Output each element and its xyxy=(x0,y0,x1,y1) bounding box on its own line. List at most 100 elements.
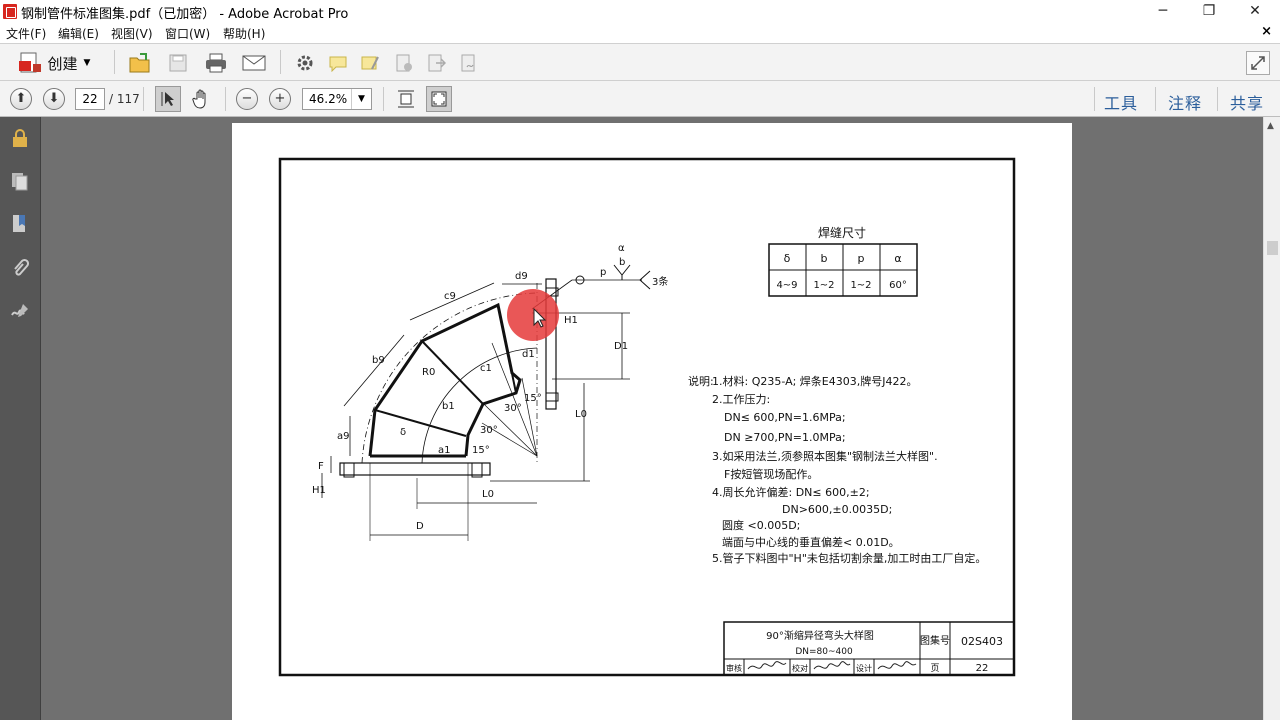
highlight-button[interactable] xyxy=(358,51,382,75)
label-D: D xyxy=(416,521,424,532)
engineering-drawing: 焊缝尺寸 δ b p α 4~9 1~2 1~2 60° c9 d9 b9 a9… xyxy=(278,157,1016,677)
label-L0-horizontal: L0 xyxy=(482,489,494,500)
label-three: 3条 xyxy=(652,275,668,288)
label-c9: c9 xyxy=(444,291,456,302)
paperclip-icon xyxy=(14,258,29,276)
zoom-level-input[interactable]: 46.2% ▼ xyxy=(302,88,372,110)
save-button[interactable] xyxy=(166,51,190,75)
weld-table: δ b p α 4~9 1~2 1~2 60° xyxy=(768,243,918,297)
create-pdf-icon xyxy=(18,52,41,73)
print-button[interactable] xyxy=(203,51,229,75)
speech-bubble-icon xyxy=(329,56,347,72)
save-icon xyxy=(169,54,187,72)
secure-button[interactable] xyxy=(392,51,416,75)
menu-edit[interactable]: 编辑(E) xyxy=(58,25,99,42)
design-label: 设计 xyxy=(856,663,872,673)
label-b1: b1 xyxy=(442,401,455,412)
note-1: 1.材料: Q235-A; 焊条E4303,牌号J422。 xyxy=(712,374,918,388)
drawing-range: DN=80~400 xyxy=(795,647,853,657)
bookmark-icon xyxy=(13,215,25,232)
page-number-input[interactable]: 22 xyxy=(75,88,105,110)
menu-view[interactable]: 视图(V) xyxy=(111,25,153,42)
scroll-up-icon[interactable]: ▲ xyxy=(1267,121,1274,131)
label-b-symbol: b xyxy=(619,257,625,268)
weld-value-p: 1~2 xyxy=(850,280,871,291)
bookmarks-button[interactable] xyxy=(9,213,31,235)
hand-tool-button[interactable] xyxy=(188,86,214,112)
menu-window[interactable]: 窗口(W) xyxy=(165,25,210,42)
create-button[interactable]: 创建 ▼ xyxy=(10,50,98,76)
security-lock-button[interactable] xyxy=(9,127,31,149)
set-no: 02S403 xyxy=(961,635,1003,648)
comment-pane-button[interactable]: 注释 xyxy=(1168,90,1202,114)
weld-header-p: p xyxy=(858,252,865,265)
label-H1-top: H1 xyxy=(564,315,578,326)
reviewer-signature xyxy=(747,661,787,670)
review-label: 审核 xyxy=(726,663,742,673)
email-button[interactable] xyxy=(241,51,267,75)
document-area[interactable]: 焊缝尺寸 δ b p α 4~9 1~2 1~2 60° c9 d9 b9 a9… xyxy=(41,117,1263,720)
note-4b: 圆度 <0.005D; xyxy=(722,518,800,532)
label-R0: R0 xyxy=(422,367,435,378)
full-screen-button[interactable] xyxy=(426,86,452,112)
hand-icon xyxy=(192,89,206,109)
chevron-down-icon[interactable]: ▼ xyxy=(351,89,371,109)
close-document-button[interactable]: × xyxy=(1261,24,1272,39)
menu-file[interactable]: 文件(F) xyxy=(6,25,46,42)
scroll-thumb[interactable] xyxy=(1267,241,1278,255)
page-thumbnails-button[interactable] xyxy=(9,170,31,192)
fit-width-button[interactable] xyxy=(394,87,418,111)
maximize-button[interactable]: ❐ xyxy=(1186,0,1232,23)
designer-signature xyxy=(877,661,917,670)
arrow-up-icon: ⬆ xyxy=(15,91,27,106)
weld-header-alpha: α xyxy=(894,252,901,265)
label-F: F xyxy=(318,461,324,472)
page-no: 22 xyxy=(976,663,989,674)
vertical-scrollbar[interactable]: ▲ xyxy=(1263,117,1280,720)
drawing-name: 90°渐缩异径弯头大样图 xyxy=(766,629,874,642)
settings-button[interactable] xyxy=(293,51,317,75)
next-page-button[interactable]: ⬇ xyxy=(43,88,65,110)
checker-signature xyxy=(813,661,851,670)
open-folder-button[interactable] xyxy=(128,51,152,75)
minus-icon: − xyxy=(241,91,253,106)
sign-button[interactable] xyxy=(457,51,481,75)
share-pane-button[interactable]: 共享 xyxy=(1230,90,1264,114)
arrow-down-icon: ⬇ xyxy=(48,91,60,106)
note-2b: DN ≥700,PN=1.0MPa; xyxy=(724,431,846,444)
navigation-pane xyxy=(0,117,41,720)
pdf-page: 焊缝尺寸 δ b p α 4~9 1~2 1~2 60° c9 d9 b9 a9… xyxy=(232,123,1072,720)
note-3a: F按短管现场配作。 xyxy=(724,467,818,481)
comment-button[interactable] xyxy=(326,51,350,75)
previous-page-button[interactable]: ⬆ xyxy=(10,88,32,110)
gear-icon xyxy=(297,55,313,71)
zoom-in-button[interactable]: + xyxy=(269,88,291,110)
signatures-button[interactable] xyxy=(9,300,31,322)
weld-value-alpha: 60° xyxy=(889,280,907,291)
tools-pane-button[interactable]: 工具 xyxy=(1104,90,1138,114)
full-screen-icon xyxy=(431,91,447,107)
document-lock-icon xyxy=(396,54,412,72)
label-L0-vertical: L0 xyxy=(575,409,587,420)
note-3: 3.如采用法兰,须参照本图集"钢制法兰大样图". xyxy=(712,449,938,463)
label-c1: c1 xyxy=(480,363,492,374)
select-tool-button[interactable] xyxy=(155,86,181,112)
export-button[interactable] xyxy=(424,51,448,75)
label-30deg-a: 30° xyxy=(504,403,522,414)
create-label: 创建 xyxy=(47,54,78,73)
label-alpha: α xyxy=(618,243,625,254)
zoom-out-button[interactable]: − xyxy=(236,88,258,110)
lock-icon xyxy=(13,129,27,147)
close-button[interactable]: ✕ xyxy=(1232,0,1278,23)
note-5: 5.管子下料图中"H"未包括切割余量,加工时由工厂自定。 xyxy=(712,551,986,565)
folder-icon xyxy=(129,53,150,73)
expand-button[interactable] xyxy=(1246,51,1270,75)
label-30deg-b: 30° xyxy=(480,425,498,436)
main-toolbar: 创建 ▼ xyxy=(0,43,1280,81)
minimize-button[interactable]: ─ xyxy=(1140,0,1186,23)
weld-header-b: b xyxy=(821,252,828,265)
plus-icon: + xyxy=(274,91,286,106)
attachments-button[interactable] xyxy=(9,257,31,279)
menu-help[interactable]: 帮助(H) xyxy=(223,25,265,42)
label-a9: a9 xyxy=(337,431,350,442)
